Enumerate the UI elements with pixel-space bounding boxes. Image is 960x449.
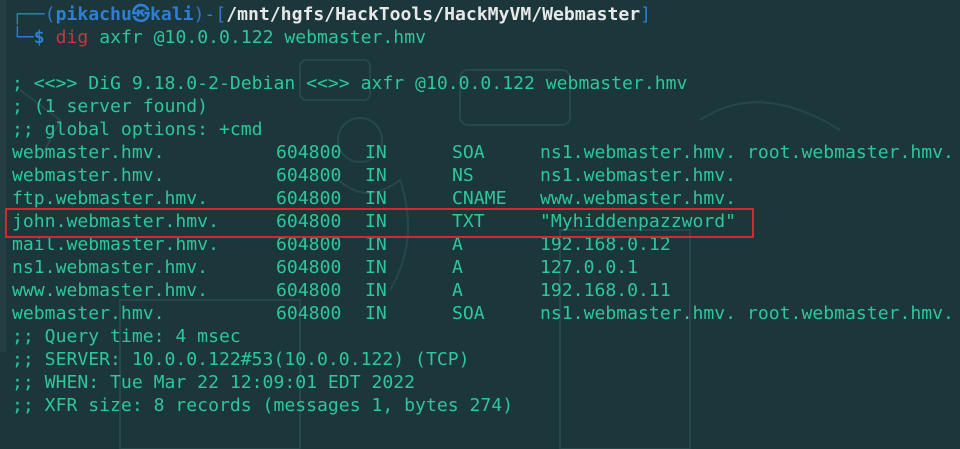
prompt-dollar: $ [33, 27, 45, 48]
command-name: dig [55, 27, 89, 48]
prompt-line-1: ┌──(pikachu㉿kali)-[/mnt/hgfs/HackTools/H… [12, 3, 960, 26]
dns-record-row: webmaster.hmv. 604800 IN SOA ns1.webmast… [12, 141, 960, 164]
record-class: IN [365, 257, 387, 278]
record-data: 192.168.0.11 [540, 280, 671, 301]
output-footer-line: ;; WHEN: Tue Mar 22 12:09:01 EDT 2022 [12, 372, 416, 393]
kali-skull-icon: ㉿ [131, 4, 150, 25]
record-data: ns1.webmaster.hmv. root.webmaster.hmv. [540, 142, 954, 163]
record-data: ns1.webmaster.hmv. root.webmaster.hmv. [540, 303, 954, 324]
record-type: SOA [452, 303, 485, 324]
record-data: 127.0.0.1 [540, 257, 639, 278]
dns-record-row: www.webmaster.hmv. 604800 IN A 192.168.0… [12, 279, 960, 302]
record-name: webmaster.hmv. [12, 165, 165, 186]
prompt-line-2: └─$ dig axfr @10.0.0.122 webmaster.hmv [12, 26, 960, 49]
record-ttl: 604800 [276, 257, 342, 278]
record-type: A [452, 257, 463, 278]
record-name: ftp.webmaster.hmv. [12, 188, 209, 209]
record-type: A [452, 280, 463, 301]
prompt-frame-close: ] [640, 4, 652, 25]
record-class: IN [365, 303, 387, 324]
dns-record-row: webmaster.hmv. 604800 IN NS ns1.webmaste… [12, 164, 960, 187]
output-footer-line: ;; SERVER: 10.0.0.122#53(10.0.0.122) (TC… [12, 349, 470, 370]
output-header-line: ; (1 server found) [12, 96, 209, 117]
command-args: axfr @10.0.0.122 webmaster.hmv [88, 27, 426, 48]
record-ttl: 604800 [276, 280, 342, 301]
prompt-frame-mid: )-[ [193, 4, 227, 25]
dns-record-row: webmaster.hmv. 604800 IN SOA ns1.webmast… [12, 302, 960, 325]
record-class: IN [365, 165, 387, 186]
record-data: www.webmaster.hmv. [540, 188, 737, 209]
record-name: webmaster.hmv. [12, 303, 165, 324]
prompt-user: pikachu [55, 4, 132, 25]
record-name: www.webmaster.hmv. [12, 280, 209, 301]
record-class: IN [365, 142, 387, 163]
terminal-window[interactable]: ┌──(pikachu㉿kali)-[/mnt/hgfs/HackTools/H… [0, 0, 960, 449]
record-type: SOA [452, 142, 485, 163]
record-ttl: 604800 [276, 303, 342, 324]
output-footer-line: ;; XFR size: 8 records (messages 1, byte… [12, 395, 514, 416]
prompt-host: kali [149, 4, 194, 25]
prompt-frame-top: ┌──( [12, 4, 56, 25]
txt-record-highlight-box [5, 208, 754, 238]
record-type: CNAME [452, 188, 507, 209]
dns-record-row: ns1.webmaster.hmv. 604800 IN A 127.0.0.1 [12, 256, 960, 279]
dns-record-row: ftp.webmaster.hmv. 604800 IN CNAME www.w… [12, 187, 960, 210]
record-class: IN [365, 188, 387, 209]
output-footer-line: ;; Query time: 4 msec [12, 326, 241, 347]
prompt-frame-bottom: └─ [12, 27, 34, 48]
record-ttl: 604800 [276, 142, 342, 163]
output-header-line: ; <<>> DiG 9.18.0-2-Debian <<>> axfr @10… [12, 73, 688, 94]
prompt-path: /mnt/hgfs/HackTools/HackMyVM/Webmaster [226, 4, 641, 25]
record-name: webmaster.hmv. [12, 142, 165, 163]
record-data: ns1.webmaster.hmv. [540, 165, 737, 186]
output-header-line: ;; global options: +cmd [12, 119, 263, 140]
record-type: NS [452, 165, 474, 186]
record-ttl: 604800 [276, 165, 342, 186]
record-ttl: 604800 [276, 188, 342, 209]
record-name: ns1.webmaster.hmv. [12, 257, 209, 278]
record-class: IN [365, 280, 387, 301]
window-edge [0, 0, 6, 352]
